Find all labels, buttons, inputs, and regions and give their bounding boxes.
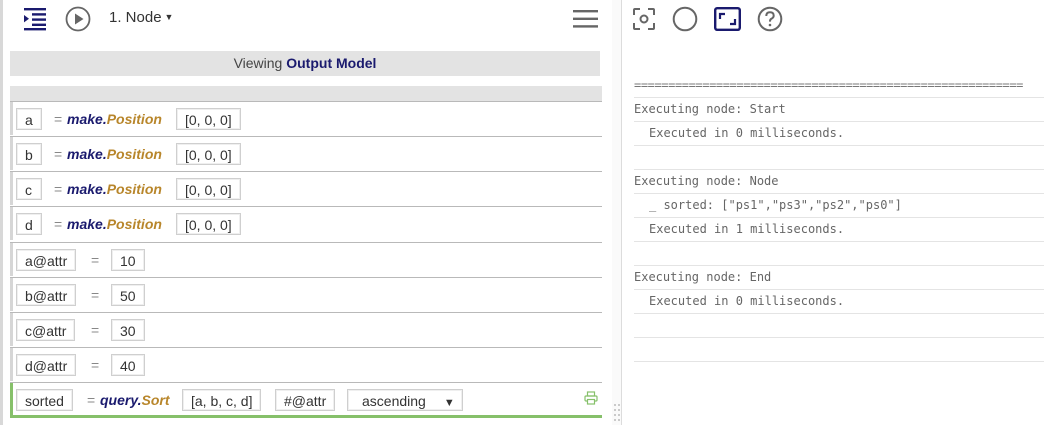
console-line: Executing node: Node bbox=[634, 170, 1044, 194]
function-name[interactable]: make.Position bbox=[67, 213, 162, 235]
equals-sign: = bbox=[54, 181, 63, 197]
chevron-down-icon: ▼ bbox=[443, 397, 455, 409]
variable-input[interactable]: a bbox=[16, 108, 42, 130]
argument-input[interactable]: [0, 0, 0] bbox=[176, 213, 241, 235]
procedure-header bbox=[10, 86, 602, 101]
panel-splitter[interactable] bbox=[612, 0, 622, 425]
value-input[interactable]: 10 bbox=[111, 249, 145, 271]
variable-input[interactable]: d bbox=[16, 213, 42, 235]
value-input[interactable]: 40 bbox=[111, 354, 145, 376]
equals-sign: = bbox=[91, 287, 100, 303]
function-label: Position bbox=[106, 181, 162, 197]
function-label: Position bbox=[106, 216, 162, 232]
procedure-line[interactable]: b = make.Position [0, 0, 0] bbox=[10, 136, 602, 170]
console-line: Executing node: End bbox=[634, 266, 1044, 290]
line-indicator bbox=[10, 172, 13, 205]
equals-sign: = bbox=[91, 252, 100, 268]
variable-input[interactable]: a@attr bbox=[16, 249, 77, 271]
console-line bbox=[634, 338, 1044, 362]
console-line: _ sorted: ["ps1","ps3","ps2","ps0"] bbox=[634, 194, 1044, 218]
argument-input[interactable]: [a, b, c, d] bbox=[182, 389, 262, 411]
argument-input[interactable]: #@attr bbox=[275, 389, 336, 411]
node-dropdown-label: 1. Node bbox=[109, 9, 162, 26]
value-input[interactable]: 50 bbox=[111, 284, 145, 306]
procedure-line[interactable]: d = make.Position [0, 0, 0] bbox=[10, 206, 602, 240]
line-indicator bbox=[10, 348, 13, 381]
viewing-model-name: Output Model bbox=[286, 55, 377, 71]
procedure-line[interactable]: a@attr = 10 bbox=[10, 242, 602, 276]
help-icon[interactable] bbox=[757, 6, 783, 37]
function-name[interactable]: make.Position bbox=[67, 143, 162, 165]
console-separator: ========================================… bbox=[634, 74, 1044, 98]
fit-screen-icon[interactable] bbox=[714, 7, 742, 36]
value-input[interactable]: 30 bbox=[111, 319, 145, 341]
outline-icon[interactable] bbox=[23, 7, 47, 36]
variable-input[interactable]: sorted bbox=[16, 389, 73, 411]
sort-method-select[interactable]: ascending ▼ bbox=[347, 389, 463, 411]
menu-icon[interactable] bbox=[573, 10, 598, 33]
function-label: Sort bbox=[141, 392, 170, 408]
console-line bbox=[634, 146, 1044, 170]
left-edge bbox=[0, 0, 3, 425]
chevron-down-icon: ▼ bbox=[164, 12, 174, 22]
function-name[interactable]: make.Position bbox=[67, 178, 162, 200]
console-line bbox=[634, 242, 1044, 266]
function-module: make bbox=[67, 216, 103, 232]
focus-icon[interactable] bbox=[632, 7, 656, 36]
sort-method-value: ascending bbox=[362, 393, 426, 409]
console-output: ========================================… bbox=[634, 74, 1044, 362]
play-icon[interactable] bbox=[65, 6, 91, 37]
equals-sign: = bbox=[54, 216, 63, 232]
equals-sign: = bbox=[91, 322, 100, 338]
function-module: make bbox=[67, 111, 103, 127]
equals-sign: = bbox=[91, 357, 100, 373]
console-line bbox=[634, 314, 1044, 338]
function-module: make bbox=[67, 181, 103, 197]
argument-input[interactable]: [0, 0, 0] bbox=[176, 178, 241, 200]
function-module: query bbox=[100, 392, 138, 408]
console-panel: ========================================… bbox=[622, 0, 1044, 425]
viewing-prefix: Viewing bbox=[233, 55, 283, 71]
equals-sign: = bbox=[87, 392, 96, 408]
line-indicator bbox=[10, 383, 13, 415]
printer-icon[interactable] bbox=[584, 391, 598, 410]
equals-sign: = bbox=[54, 146, 63, 162]
function-name[interactable]: query.Sort bbox=[100, 389, 170, 411]
function-label: Position bbox=[106, 146, 162, 162]
line-indicator bbox=[10, 207, 13, 240]
drag-handle-icon[interactable] bbox=[613, 402, 621, 422]
function-module: make bbox=[67, 146, 103, 162]
console-line: Executed in 0 milliseconds. bbox=[634, 122, 1044, 146]
line-indicator bbox=[10, 102, 13, 135]
function-label: Position bbox=[106, 111, 162, 127]
procedure-line[interactable]: a = make.Position [0, 0, 0] bbox=[10, 101, 602, 135]
function-name[interactable]: make.Position bbox=[67, 108, 162, 130]
console-line: Executing node: Start bbox=[634, 98, 1044, 122]
circle-icon[interactable] bbox=[672, 6, 698, 37]
procedure-line[interactable]: c = make.Position [0, 0, 0] bbox=[10, 171, 602, 205]
procedure-line[interactable]: b@attr = 50 bbox=[10, 277, 602, 311]
argument-input[interactable]: [0, 0, 0] bbox=[176, 143, 241, 165]
flowchart-editor-panel: 1. Node ▼ Viewing Output Model a = make.P… bbox=[0, 0, 612, 425]
variable-input[interactable]: c@attr bbox=[16, 319, 76, 341]
viewing-model-bar: Viewing Output Model bbox=[10, 51, 600, 76]
console-line: Executed in 0 milliseconds. bbox=[634, 290, 1044, 314]
editor-toolbar: 1. Node ▼ bbox=[0, 0, 612, 40]
line-indicator bbox=[10, 278, 13, 311]
equals-sign: = bbox=[54, 111, 63, 127]
procedure-line-selected[interactable]: sorted = query.Sort [a, b, c, d] #@attr … bbox=[10, 382, 602, 418]
console-line: Executed in 1 milliseconds. bbox=[634, 218, 1044, 242]
line-indicator bbox=[10, 243, 13, 276]
variable-input[interactable]: d@attr bbox=[16, 354, 77, 376]
variable-input[interactable]: b@attr bbox=[16, 284, 77, 306]
variable-input[interactable]: b bbox=[16, 143, 42, 165]
argument-input[interactable]: [0, 0, 0] bbox=[176, 108, 241, 130]
line-indicator bbox=[10, 137, 13, 170]
line-indicator bbox=[10, 313, 13, 346]
procedure-line[interactable]: c@attr = 30 bbox=[10, 312, 602, 346]
node-dropdown[interactable]: 1. Node ▼ bbox=[109, 9, 173, 26]
procedure-line[interactable]: d@attr = 40 bbox=[10, 347, 602, 381]
variable-input[interactable]: c bbox=[16, 178, 42, 200]
